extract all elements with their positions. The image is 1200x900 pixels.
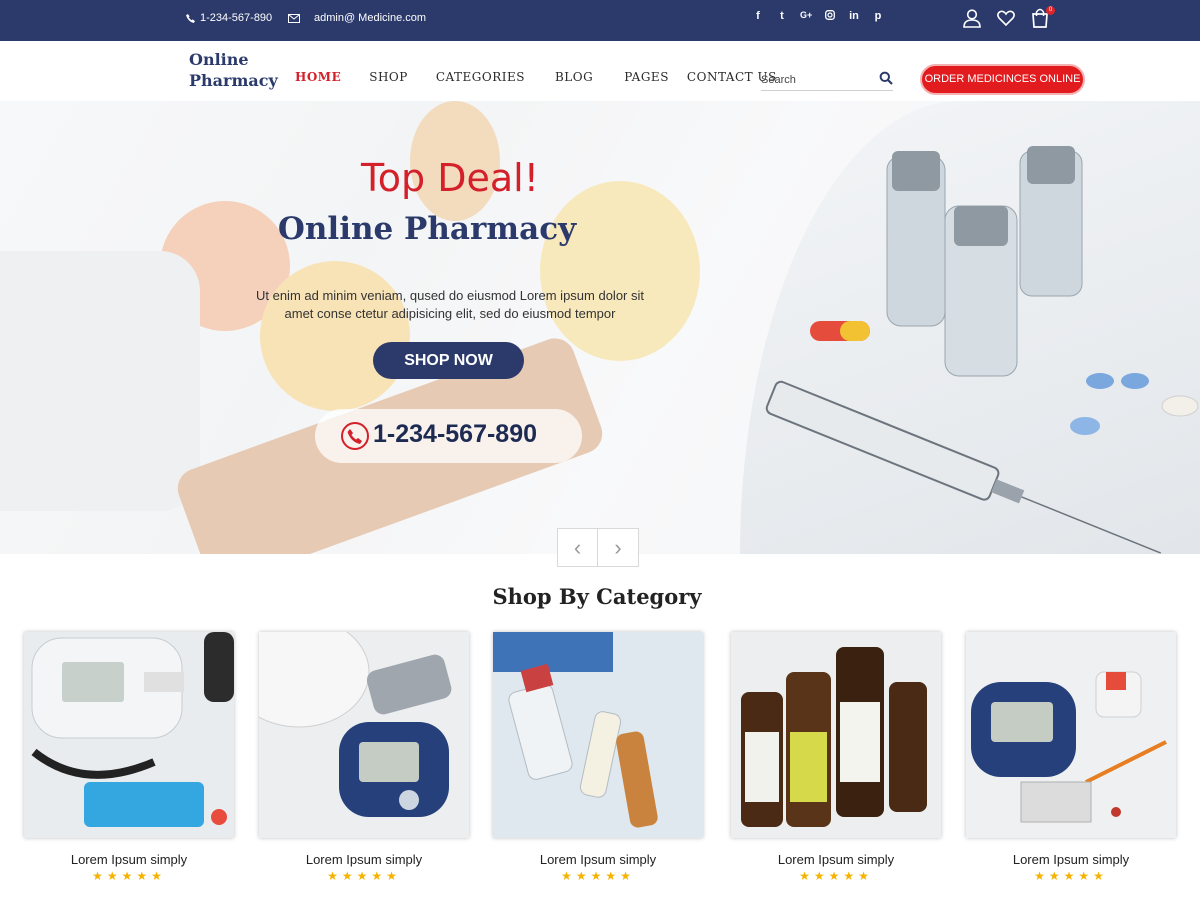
main-nav: HOME SHOP CATEGORIES BLOG PAGES CONTACT … [295, 70, 777, 84]
search-box [761, 69, 893, 91]
category-label[interactable]: Lorem Ipsum simply [966, 852, 1176, 867]
essential-oils-image [731, 632, 941, 838]
section-title: Shop By Category [492, 584, 702, 609]
nav-home[interactable]: HOME [295, 70, 341, 84]
hero-description-line-2: amet conse ctetur adipisicing elit, sed … [284, 306, 616, 321]
category-card[interactable]: Lorem Ipsum simply ★★★★★ [493, 632, 703, 883]
category-label[interactable]: Lorem Ipsum simply [259, 852, 469, 867]
slider-next-button[interactable]: › [598, 529, 638, 566]
category-image[interactable] [966, 632, 1176, 838]
account-icons: 0 [962, 6, 1055, 29]
nav-categories[interactable]: CATEGORIES [436, 70, 525, 84]
hero-phone-number: 1-234-567-890 [373, 420, 538, 448]
glucose-kit-image [966, 632, 1176, 838]
google-plus-icon[interactable]: G+ [800, 10, 812, 23]
logo-line-2: Pharmacy [189, 71, 278, 90]
star-rating: ★★★★★ [799, 869, 873, 883]
hero-description: Ut enim ad minim veniam, qused do eiusmo… [240, 287, 660, 323]
top-bar: 1-234-567-890 admin@ Medicine.com f t G+… [0, 0, 1200, 41]
category-image[interactable] [24, 632, 234, 838]
nav-blog[interactable]: BLOG [555, 70, 593, 84]
cart-count-badge: 0 [1046, 6, 1055, 15]
topbar-phone-text: 1-234-567-890 [200, 12, 273, 24]
slider-controls: ‹ › [557, 528, 639, 567]
shop-now-button[interactable]: SHOP NOW [373, 342, 524, 379]
star-rating: ★★★★★ [1034, 869, 1108, 883]
search-icon[interactable] [879, 71, 893, 85]
star-rating: ★★★★★ [327, 869, 401, 883]
category-label[interactable]: Lorem Ipsum simply [24, 852, 234, 867]
blood-pressure-monitor-image [24, 632, 234, 838]
nav-shop[interactable]: SHOP [369, 70, 408, 84]
category-card[interactable]: Lorem Ipsum simply ★★★★★ [259, 632, 469, 883]
search-input[interactable] [761, 69, 871, 86]
phone-call-icon [341, 422, 369, 450]
topbar-email-text: admin@ Medicine.com [314, 12, 427, 24]
twitter-icon[interactable]: t [776, 10, 788, 23]
topbar-email[interactable]: admin@ Medicine.com [288, 12, 426, 24]
user-icon[interactable] [962, 8, 982, 28]
category-image[interactable] [731, 632, 941, 838]
hero-slider: Top Deal! Online Pharmacy Ut enim ad min… [0, 101, 1200, 554]
category-image[interactable] [493, 632, 703, 838]
linkedin-icon[interactable]: in [848, 10, 860, 23]
hero-title: Top Deal! [361, 156, 539, 200]
site-logo[interactable]: Online Pharmacy [189, 49, 278, 91]
hero-phone[interactable]: 1-234-567-890 [315, 409, 582, 463]
pinterest-icon[interactable]: p [872, 10, 884, 23]
order-medicines-button[interactable]: ORDER MEDICINCES ONLINE [920, 64, 1085, 95]
instagram-icon[interactable] [824, 10, 836, 23]
hero-subtitle: Online Pharmacy [277, 211, 577, 247]
vials-ampoules-image [493, 632, 703, 838]
category-image[interactable] [259, 632, 469, 838]
main-header: Online Pharmacy HOME SHOP CATEGORIES BLO… [0, 41, 1200, 101]
heart-icon[interactable] [996, 8, 1016, 28]
category-card[interactable]: Lorem Ipsum simply ★★★★★ [966, 632, 1176, 883]
nav-pages[interactable]: PAGES [624, 70, 669, 84]
star-rating: ★★★★★ [561, 869, 635, 883]
social-links: f t G+ in p [752, 10, 884, 23]
phone-icon [186, 13, 195, 23]
category-card[interactable]: Lorem Ipsum simply ★★★★★ [24, 632, 234, 883]
category-card[interactable]: Lorem Ipsum simply ★★★★★ [731, 632, 941, 883]
glucose-meter-image [259, 632, 469, 838]
mail-icon [288, 13, 300, 23]
hero-description-line-1: Ut enim ad minim veniam, qused do eiusmo… [255, 288, 644, 303]
slider-prev-button[interactable]: ‹ [558, 529, 599, 566]
facebook-icon[interactable]: f [752, 10, 764, 23]
topbar-phone[interactable]: 1-234-567-890 [186, 12, 272, 24]
cart-button[interactable]: 0 [1030, 6, 1055, 29]
logo-line-1: Online [189, 50, 249, 69]
category-label[interactable]: Lorem Ipsum simply [493, 852, 703, 867]
star-rating: ★★★★★ [92, 869, 166, 883]
category-label[interactable]: Lorem Ipsum simply [731, 852, 941, 867]
